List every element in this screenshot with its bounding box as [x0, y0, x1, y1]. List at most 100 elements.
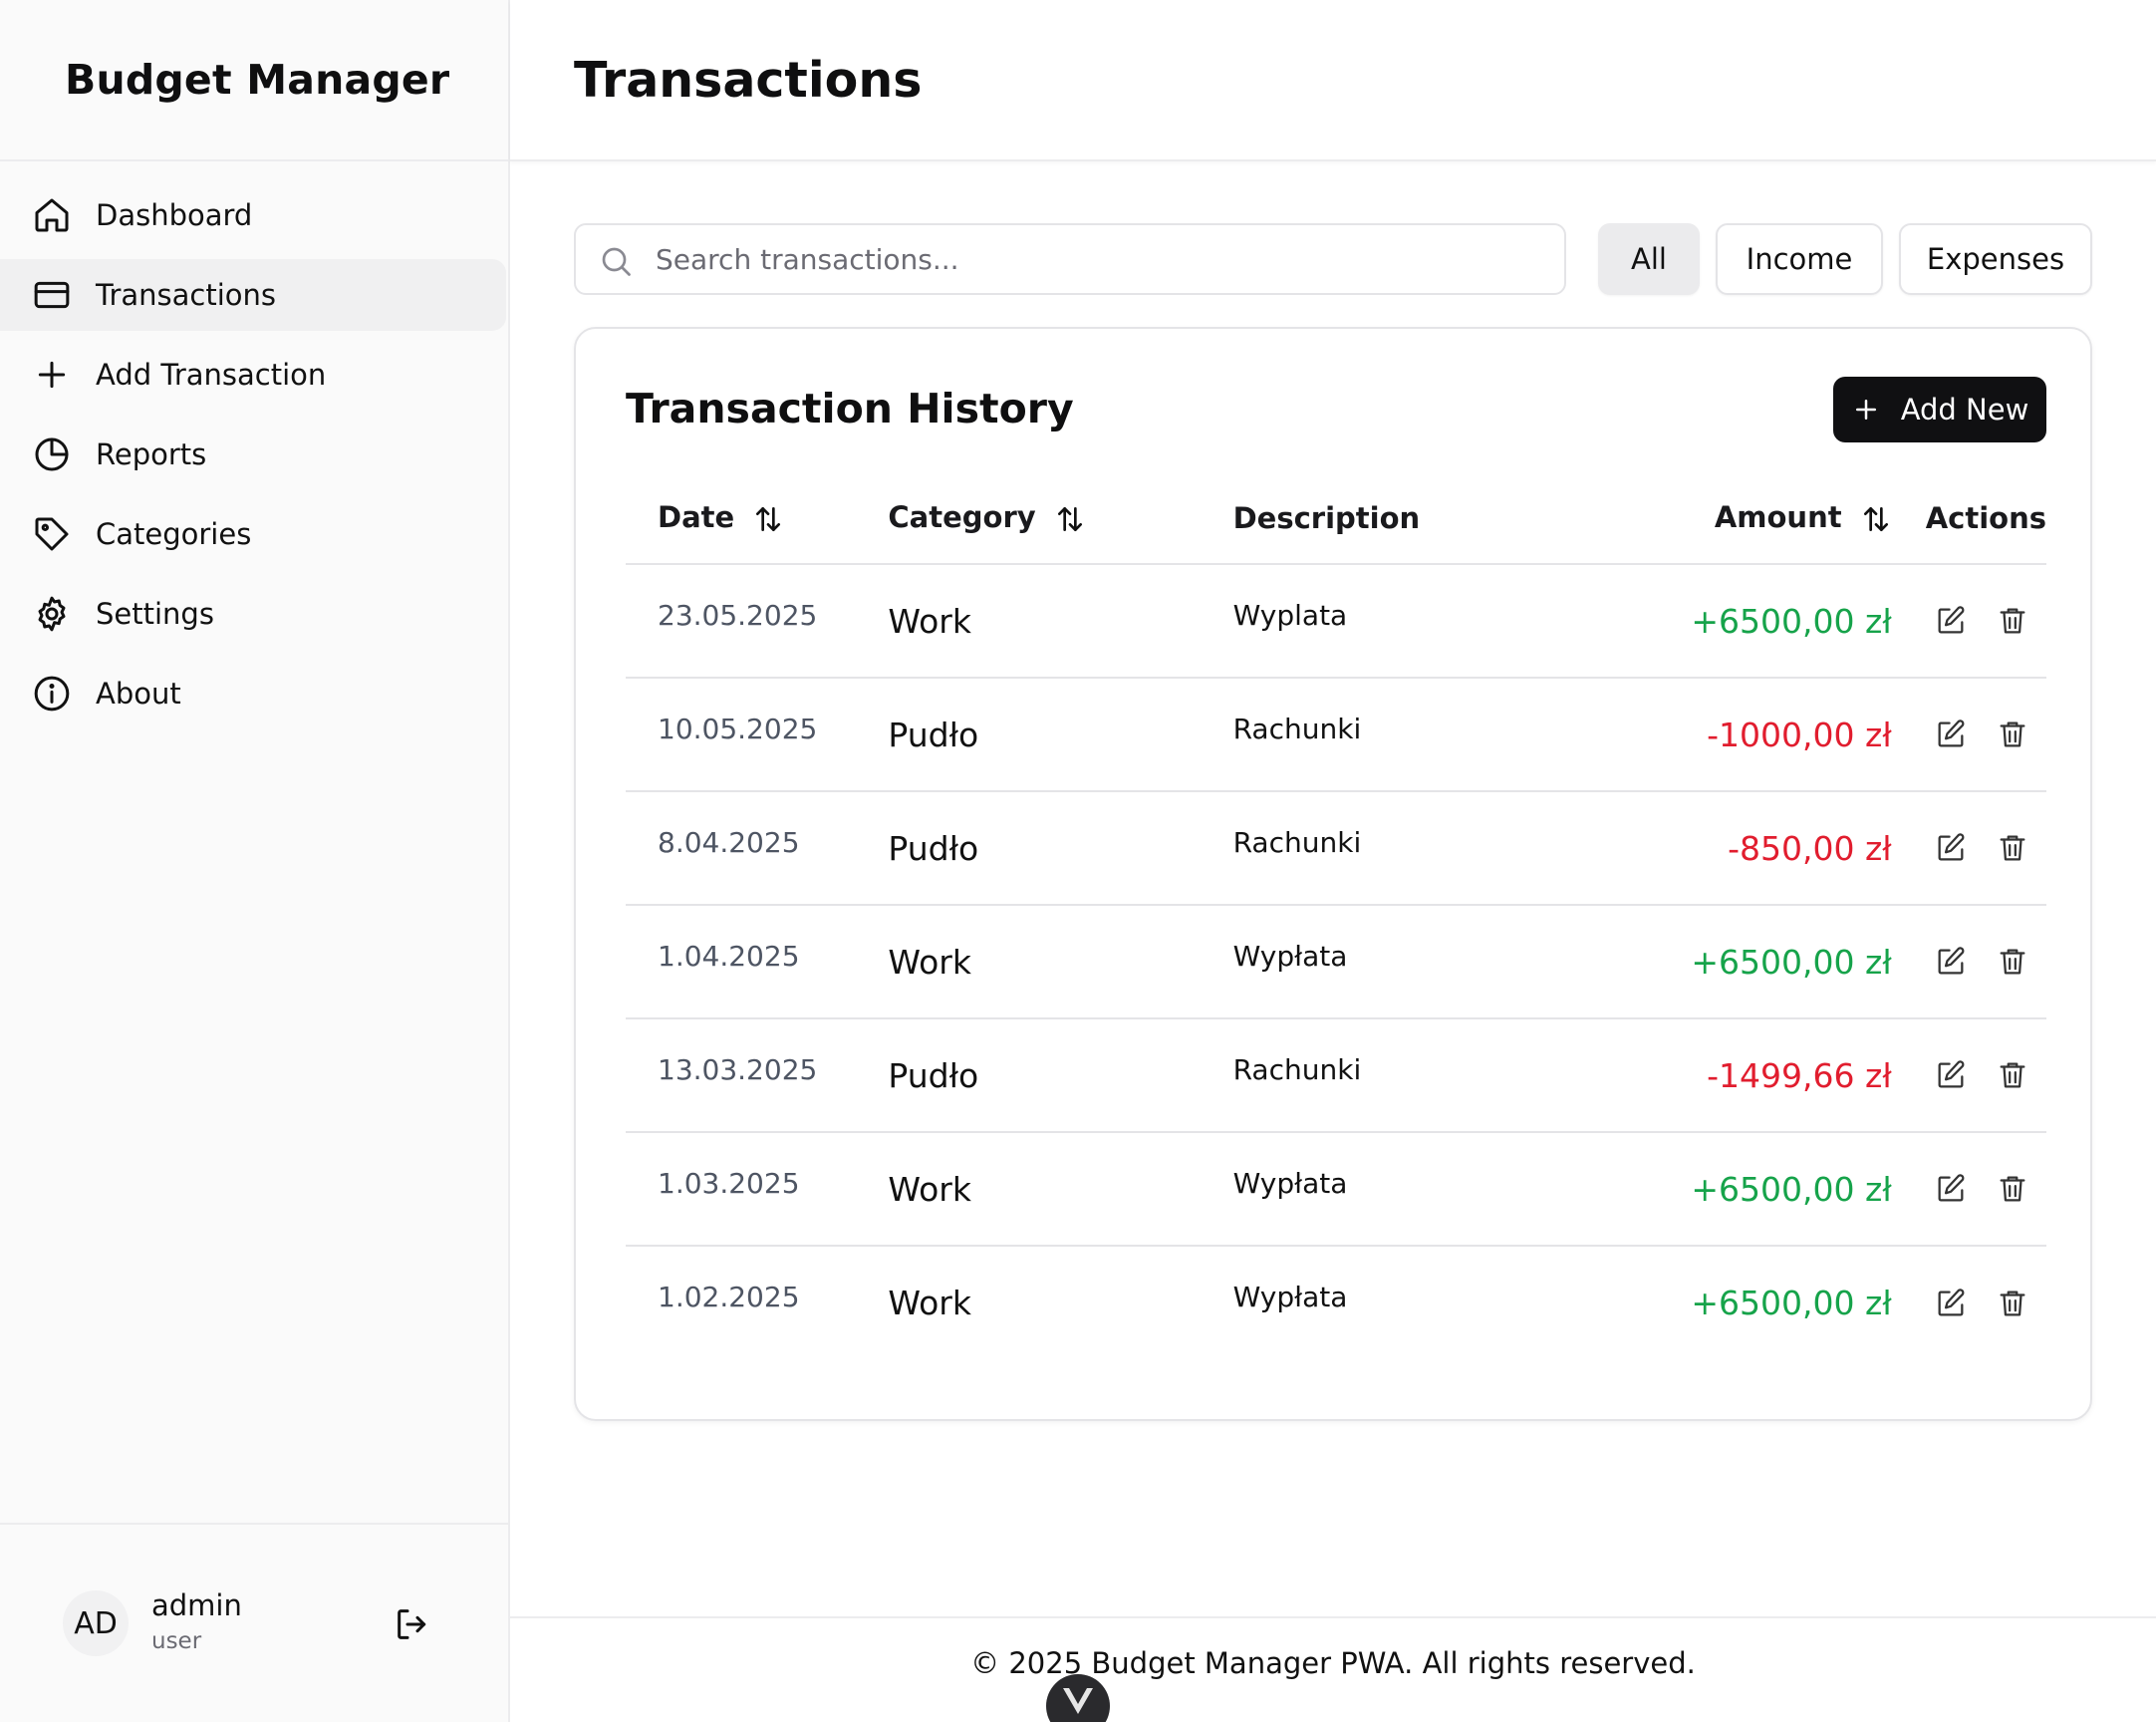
edit-icon[interactable] [1934, 831, 1968, 865]
cell-date: 8.04.2025 [626, 791, 857, 906]
cell-date: 1.03.2025 [626, 1132, 857, 1247]
home-icon [32, 195, 72, 235]
sidebar-item-about[interactable]: About [0, 658, 506, 729]
avatar[interactable]: AD [63, 1590, 129, 1656]
table-row: 8.04.2025 Pudło Rachunki -850,00 zł [626, 791, 2046, 906]
search-input[interactable] [656, 235, 1532, 283]
cell-amount: +6500,00 zł [1691, 1132, 1902, 1247]
footer: © 2025 Budget Manager PWA. All rights re… [510, 1616, 2156, 1722]
delete-button[interactable] [1996, 604, 2029, 638]
delete-button[interactable] [1996, 1287, 2029, 1320]
cell-amount: -1499,66 zł [1691, 1018, 1902, 1133]
column-header-amount[interactable]: Amount [1691, 472, 1902, 565]
trash-icon[interactable] [1996, 1287, 2029, 1320]
table-row: 13.03.2025 Pudło Rachunki -1499,66 zł [626, 1018, 2046, 1133]
sort-icon [756, 507, 781, 531]
description-text: Wypłata [1232, 1166, 1348, 1200]
user-profile: AD admin user [0, 1523, 508, 1722]
edit-icon[interactable] [1934, 604, 1968, 638]
cell-actions [1901, 905, 2046, 1019]
filter-income-button[interactable]: Income [1716, 223, 1883, 295]
sidebar: Budget Manager Dashboard Transactions Ad… [0, 0, 510, 1722]
delete-button[interactable] [1996, 831, 2029, 865]
edit-button[interactable] [1934, 1172, 1968, 1206]
cell-actions [1901, 1132, 2046, 1247]
cell-actions [1901, 678, 2046, 792]
row-actions [1934, 1058, 2046, 1092]
sidebar-item-transactions[interactable]: Transactions [0, 259, 506, 331]
cell-amount: -850,00 zł [1691, 791, 1902, 906]
column-header-actions: Actions [1901, 472, 2046, 565]
pie-chart-icon [32, 434, 72, 474]
edit-icon[interactable] [1934, 1287, 1968, 1320]
table-row: 23.05.2025 Work Wyplata +6500,00 zł [626, 564, 2046, 679]
card-title: Transaction History [626, 385, 1074, 432]
cell-category: Work [856, 905, 1202, 1019]
delete-button[interactable] [1996, 718, 2029, 751]
logout-icon[interactable] [393, 1604, 432, 1644]
trash-icon[interactable] [1996, 604, 2029, 638]
cell-category: Pudło [856, 1018, 1202, 1133]
sidebar-item-reports[interactable]: Reports [0, 419, 506, 490]
trash-icon[interactable] [1996, 1172, 2029, 1206]
description-text: Rachunki [1232, 825, 1362, 859]
row-actions [1934, 945, 2046, 979]
user-role: user [151, 1628, 202, 1654]
cell-category: Work [856, 1246, 1201, 1359]
trash-icon[interactable] [1996, 1058, 2029, 1092]
sidebar-item-settings[interactable]: Settings [0, 578, 506, 650]
gear-icon [32, 594, 72, 634]
search-icon [602, 247, 631, 276]
add-new-label: Add New [1900, 393, 2029, 427]
row-actions [1934, 1172, 2046, 1206]
cell-description: Wypłata [1201, 1132, 1692, 1247]
cell-category: Pudło [856, 791, 1202, 906]
table-row: 1.03.2025 Work Wypłata +6500,00 zł [626, 1132, 2046, 1247]
category-text: Pudło [888, 715, 979, 754]
cell-description: Rachunki [1201, 791, 1692, 906]
sidebar-item-dashboard[interactable]: Dashboard [0, 179, 506, 251]
category-text: Pudło [888, 828, 979, 868]
edit-icon[interactable] [1934, 1172, 1968, 1206]
sidebar-item-label: Reports [96, 437, 207, 471]
edit-button[interactable] [1934, 604, 1968, 638]
edit-button[interactable] [1934, 1287, 1968, 1320]
trash-icon[interactable] [1996, 831, 2029, 865]
category-text: Pudło [888, 1055, 979, 1095]
edit-button[interactable] [1934, 945, 1968, 979]
edit-icon[interactable] [1934, 945, 1968, 979]
description-text: Wypłata [1232, 939, 1348, 973]
delete-button[interactable] [1996, 1058, 2029, 1092]
cell-date: 1.04.2025 [626, 905, 857, 1019]
plus-icon [1855, 400, 1876, 420]
filter-expenses-button[interactable]: Expenses [1899, 223, 2092, 295]
trash-icon[interactable] [1996, 945, 2029, 979]
table-row: 1.04.2025 Work Wypłata +6500,00 zł [626, 905, 2046, 1019]
edit-icon[interactable] [1934, 1058, 1968, 1092]
description-text: Rachunki [1232, 1052, 1362, 1086]
row-actions [1934, 831, 2046, 865]
delete-button[interactable] [1996, 1172, 2029, 1206]
edit-icon[interactable] [1934, 718, 1968, 751]
delete-button[interactable] [1996, 945, 2029, 979]
edit-button[interactable] [1934, 831, 1968, 865]
cell-actions [1901, 1018, 2046, 1133]
filter-all-button[interactable]: All [1598, 223, 1700, 295]
table-header-row: Date Category Description Amount Actions [626, 472, 2046, 565]
sort-icon [1863, 507, 1888, 531]
edit-button[interactable] [1934, 1058, 1968, 1092]
column-header-date[interactable]: Date [626, 472, 857, 565]
column-header-category[interactable]: Category [856, 472, 1202, 565]
column-header-description: Description [1201, 472, 1692, 565]
sidebar-item-add-transaction[interactable]: Add Transaction [0, 339, 506, 411]
cell-amount: -1000,00 zł [1691, 678, 1902, 792]
edit-button[interactable] [1934, 718, 1968, 751]
cell-date: 10.05.2025 [626, 678, 857, 792]
add-new-button[interactable]: Add New [1833, 377, 2046, 442]
category-text: Work [888, 601, 971, 641]
category-text: Work [888, 1169, 971, 1209]
search-box [574, 223, 1566, 295]
trash-icon[interactable] [1996, 718, 2029, 751]
sidebar-item-categories[interactable]: Categories [0, 498, 506, 570]
plus-icon [32, 355, 72, 395]
